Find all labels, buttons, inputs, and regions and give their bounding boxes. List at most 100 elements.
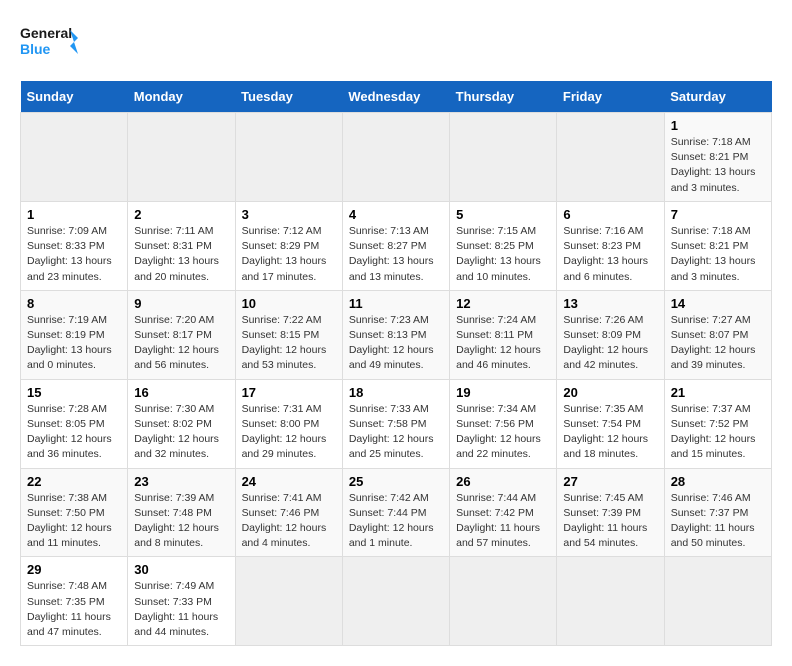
day-number: 23 <box>134 474 228 489</box>
day-info: Sunrise: 7:19 AM Sunset: 8:19 PM Dayligh… <box>27 313 121 374</box>
day-info: Sunrise: 7:12 AM Sunset: 8:29 PM Dayligh… <box>242 224 336 285</box>
calendar-cell: 17Sunrise: 7:31 AM Sunset: 8:00 PM Dayli… <box>235 379 342 468</box>
calendar-cell <box>664 557 771 646</box>
day-of-week-header: Tuesday <box>235 81 342 113</box>
day-of-week-header: Saturday <box>664 81 771 113</box>
calendar-cell: 29 Sunrise: 7:48 AM Sunset: 7:35 PM Dayli… <box>21 557 128 646</box>
calendar-cell <box>450 113 557 202</box>
calendar-cell: 26 Sunrise: 7:44 AM Sunset: 7:42 PM Dayli… <box>450 468 557 557</box>
calendar-cell: 18 Sunrise: 7:33 AM Sunset: 7:58 PM Dayli… <box>342 379 449 468</box>
day-number: 25 <box>349 474 443 489</box>
calendar-cell: 14 Sunrise: 7:27 AM Sunset: 8:07 PM Dayli… <box>664 290 771 379</box>
day-number: 11 <box>349 296 443 311</box>
day-of-week-header: Thursday <box>450 81 557 113</box>
calendar-cell: 30Sunrise: 7:49 AM Sunset: 7:33 PM Dayli… <box>128 557 235 646</box>
day-info: Sunrise: 7:42 AM Sunset: 7:44 PM Dayligh… <box>349 491 443 552</box>
calendar-cell: 27 Sunrise: 7:45 AM Sunset: 7:39 PM Dayli… <box>557 468 664 557</box>
day-of-week-header: Sunday <box>21 81 128 113</box>
day-info: Sunrise: 7:23 AM Sunset: 8:13 PM Dayligh… <box>349 313 443 374</box>
day-number: 29 <box>27 562 121 577</box>
calendar-cell: 3 Sunrise: 7:12 AM Sunset: 8:29 PM Daylig… <box>235 201 342 290</box>
day-info: Sunrise: 7:18 AM Sunset: 8:21 PM Dayligh… <box>671 135 765 196</box>
day-number: 30 <box>134 562 228 577</box>
day-info: Sunrise: 7:27 AM Sunset: 8:07 PM Dayligh… <box>671 313 765 374</box>
day-number: 9 <box>134 296 228 311</box>
day-number: 6 <box>563 207 657 222</box>
day-number: 3 <box>242 207 336 222</box>
svg-text:General: General <box>20 25 72 41</box>
day-number: 16 <box>134 385 228 400</box>
calendar-cell: 19 Sunrise: 7:34 AM Sunset: 7:56 PM Dayli… <box>450 379 557 468</box>
day-info: Sunrise: 7:33 AM Sunset: 7:58 PM Dayligh… <box>349 402 443 463</box>
day-number: 20 <box>563 385 657 400</box>
calendar-cell <box>450 557 557 646</box>
day-number: 17 <box>242 385 336 400</box>
logo: General Blue <box>20 20 80 65</box>
calendar-cell: 21Sunrise: 7:37 AM Sunset: 7:52 PM Dayli… <box>664 379 771 468</box>
day-info: Sunrise: 7:44 AM Sunset: 7:42 PM Dayligh… <box>456 491 550 552</box>
calendar-cell <box>342 557 449 646</box>
day-info: Sunrise: 7:48 AM Sunset: 7:35 PM Dayligh… <box>27 579 121 640</box>
calendar-cell: 1Sunrise: 7:09 AM Sunset: 8:33 PM Daylig… <box>21 201 128 290</box>
day-number: 24 <box>242 474 336 489</box>
calendar-week-row: 8Sunrise: 7:19 AM Sunset: 8:19 PM Daylig… <box>21 290 772 379</box>
day-number: 19 <box>456 385 550 400</box>
calendar-cell: 7Sunrise: 7:18 AM Sunset: 8:21 PM Daylig… <box>664 201 771 290</box>
day-info: Sunrise: 7:15 AM Sunset: 8:25 PM Dayligh… <box>456 224 550 285</box>
calendar-cell: 25 Sunrise: 7:42 AM Sunset: 7:44 PM Dayli… <box>342 468 449 557</box>
calendar-cell: 9 Sunrise: 7:20 AM Sunset: 8:17 PM Daylig… <box>128 290 235 379</box>
day-number: 27 <box>563 474 657 489</box>
day-info: Sunrise: 7:38 AM Sunset: 7:50 PM Dayligh… <box>27 491 121 552</box>
calendar-cell: 23Sunrise: 7:39 AM Sunset: 7:48 PM Dayli… <box>128 468 235 557</box>
day-info: Sunrise: 7:46 AM Sunset: 7:37 PM Dayligh… <box>671 491 765 552</box>
calendar-table: SundayMondayTuesdayWednesdayThursdayFrid… <box>20 81 772 646</box>
day-info: Sunrise: 7:30 AM Sunset: 8:02 PM Dayligh… <box>134 402 228 463</box>
calendar-week-row: 29 Sunrise: 7:48 AM Sunset: 7:35 PM Dayli… <box>21 557 772 646</box>
calendar-cell: 13Sunrise: 7:26 AM Sunset: 8:09 PM Dayli… <box>557 290 664 379</box>
day-number: 4 <box>349 207 443 222</box>
day-info: Sunrise: 7:20 AM Sunset: 8:17 PM Dayligh… <box>134 313 228 374</box>
calendar-cell <box>557 113 664 202</box>
calendar-week-row: 15 Sunrise: 7:28 AM Sunset: 8:05 PM Dayli… <box>21 379 772 468</box>
svg-text:Blue: Blue <box>20 41 51 57</box>
day-info: Sunrise: 7:35 AM Sunset: 7:54 PM Dayligh… <box>563 402 657 463</box>
calendar-cell: 15 Sunrise: 7:28 AM Sunset: 8:05 PM Dayli… <box>21 379 128 468</box>
day-number: 28 <box>671 474 765 489</box>
calendar-cell: 11 Sunrise: 7:23 AM Sunset: 8:13 PM Dayli… <box>342 290 449 379</box>
day-info: Sunrise: 7:26 AM Sunset: 8:09 PM Dayligh… <box>563 313 657 374</box>
calendar-week-row: 1 Sunrise: 7:18 AM Sunset: 8:21 PM Daylig… <box>21 113 772 202</box>
day-info: Sunrise: 7:11 AM Sunset: 8:31 PM Dayligh… <box>134 224 228 285</box>
day-info: Sunrise: 7:41 AM Sunset: 7:46 PM Dayligh… <box>242 491 336 552</box>
day-info: Sunrise: 7:28 AM Sunset: 8:05 PM Dayligh… <box>27 402 121 463</box>
calendar-cell <box>342 113 449 202</box>
calendar-cell <box>235 557 342 646</box>
day-info: Sunrise: 7:16 AM Sunset: 8:23 PM Dayligh… <box>563 224 657 285</box>
day-number: 1 <box>671 118 765 133</box>
calendar-cell: 28 Sunrise: 7:46 AM Sunset: 7:37 PM Dayli… <box>664 468 771 557</box>
calendar-cell <box>128 113 235 202</box>
day-number: 15 <box>27 385 121 400</box>
day-number: 12 <box>456 296 550 311</box>
day-number: 18 <box>349 385 443 400</box>
calendar-cell <box>557 557 664 646</box>
day-of-week-header: Wednesday <box>342 81 449 113</box>
calendar-cell: 8Sunrise: 7:19 AM Sunset: 8:19 PM Daylig… <box>21 290 128 379</box>
calendar-cell: 22 Sunrise: 7:38 AM Sunset: 7:50 PM Dayli… <box>21 468 128 557</box>
calendar-cell: 24 Sunrise: 7:41 AM Sunset: 7:46 PM Dayli… <box>235 468 342 557</box>
day-number: 22 <box>27 474 121 489</box>
day-info: Sunrise: 7:22 AM Sunset: 8:15 PM Dayligh… <box>242 313 336 374</box>
calendar-cell: 5Sunrise: 7:15 AM Sunset: 8:25 PM Daylig… <box>450 201 557 290</box>
calendar-cell: 12 Sunrise: 7:24 AM Sunset: 8:11 PM Dayli… <box>450 290 557 379</box>
page-header: General Blue <box>20 20 772 65</box>
day-info: Sunrise: 7:37 AM Sunset: 7:52 PM Dayligh… <box>671 402 765 463</box>
day-info: Sunrise: 7:45 AM Sunset: 7:39 PM Dayligh… <box>563 491 657 552</box>
logo-svg: General Blue <box>20 20 80 65</box>
calendar-cell: 6 Sunrise: 7:16 AM Sunset: 8:23 PM Daylig… <box>557 201 664 290</box>
day-number: 26 <box>456 474 550 489</box>
day-info: Sunrise: 7:34 AM Sunset: 7:56 PM Dayligh… <box>456 402 550 463</box>
day-number: 14 <box>671 296 765 311</box>
day-number: 7 <box>671 207 765 222</box>
calendar-cell: 16 Sunrise: 7:30 AM Sunset: 8:02 PM Dayli… <box>128 379 235 468</box>
calendar-cell: 2Sunrise: 7:11 AM Sunset: 8:31 PM Daylig… <box>128 201 235 290</box>
day-info: Sunrise: 7:24 AM Sunset: 8:11 PM Dayligh… <box>456 313 550 374</box>
